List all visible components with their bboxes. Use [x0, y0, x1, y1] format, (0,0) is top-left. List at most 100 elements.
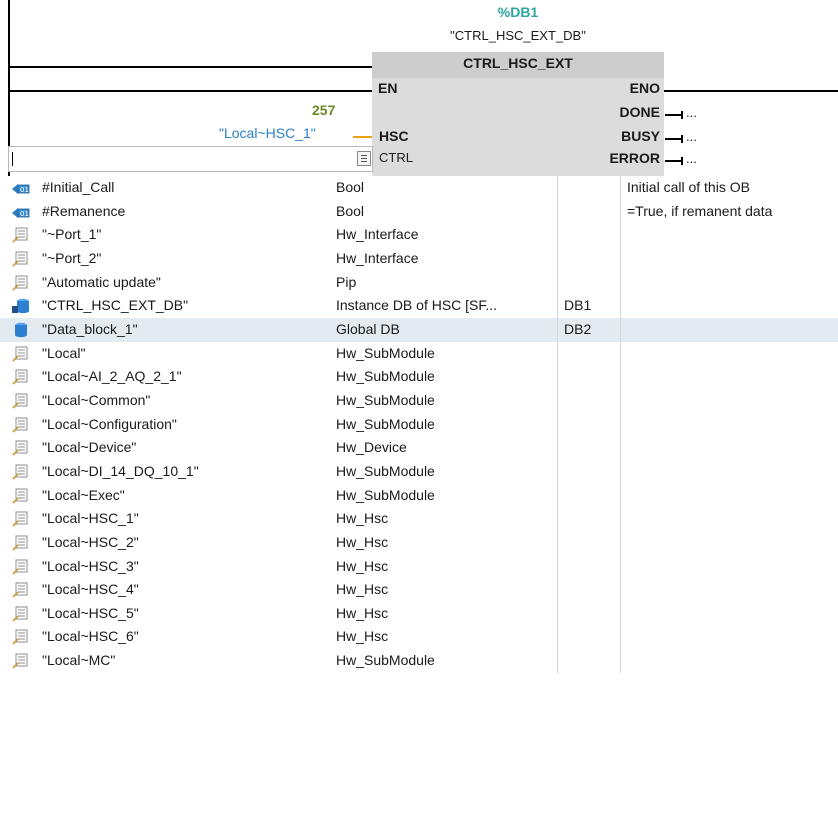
- tag-name: "Local~HSC_5": [42, 604, 139, 621]
- hsc-constant-value[interactable]: 257: [312, 102, 335, 118]
- tag-name: "Local~DI_14_DQ_10_1": [42, 462, 199, 479]
- tag-comment: [620, 649, 838, 673]
- hw-constant-icon: [0, 649, 38, 673]
- tag-comment: [620, 554, 838, 579]
- function-block-title[interactable]: CTRL_HSC_EXT: [372, 55, 664, 71]
- tag-list-row[interactable]: "Automatic update" Pip: [0, 270, 838, 295]
- tag-type: Hw_Hsc: [336, 510, 389, 527]
- tag-type: Hw_Interface: [336, 226, 419, 243]
- hw-constant-icon: [0, 555, 38, 579]
- pin-busy: BUSY: [621, 128, 660, 144]
- tag-db-number: [557, 649, 615, 673]
- pin-en: EN: [378, 80, 398, 96]
- done-output-tick: [681, 111, 683, 119]
- tag-list-row[interactable]: 01 #Initial_Call Bool Initial call of this …: [0, 176, 838, 200]
- tag-list-row[interactable]: 01 #Remanence Bool =True, if remanent data: [0, 199, 838, 224]
- tag-name: "Local~Exec": [42, 486, 125, 503]
- tag-type: Hw_SubModule: [336, 368, 435, 385]
- tag-db-number: [557, 270, 615, 295]
- tag-list-row[interactable]: "Local~Device" Hw_Device: [0, 436, 838, 460]
- tag-list-row[interactable]: "Local" Hw_SubModule: [0, 341, 838, 366]
- svg-text:01: 01: [20, 210, 29, 218]
- tag-type: Hw_SubModule: [336, 415, 435, 432]
- tag-db-number: [557, 530, 615, 555]
- tag-db-number: [557, 625, 615, 650]
- done-output-operand[interactable]: ...: [686, 105, 697, 120]
- tag-list-row[interactable]: "Local~AI_2_AQ_2_1" Hw_SubModule: [0, 365, 838, 389]
- tag-type: Hw_Hsc: [336, 628, 389, 645]
- tag-list-row[interactable]: "Local~HSC_3" Hw_Hsc: [0, 554, 838, 579]
- tag-name: "Local~Configuration": [42, 415, 177, 432]
- tag-db-number: [557, 578, 615, 602]
- hsc-operand-tag[interactable]: "Local~HSC_1": [219, 125, 316, 141]
- tag-list-row[interactable]: "~Port_1" Hw_Interface: [0, 223, 838, 247]
- tag-list-row[interactable]: "CTRL_HSC_EXT_DB" Instance DB of HSC [SF.…: [0, 294, 838, 318]
- rung-line-eno: [664, 90, 838, 92]
- hw-constant-icon: [0, 436, 38, 460]
- hw-constant-icon: [0, 223, 38, 247]
- busy-output-operand[interactable]: ...: [686, 129, 697, 144]
- tag-db-number: [557, 412, 615, 437]
- local-tag-icon: 01: [0, 176, 38, 200]
- tag-list-button[interactable]: [357, 151, 371, 166]
- hw-constant-icon: [0, 342, 38, 366]
- tag-comment: [620, 530, 838, 555]
- tag-comment: [620, 507, 838, 531]
- tag-name: "Local~HSC_4": [42, 581, 139, 598]
- tag-db-number: DB1: [557, 294, 615, 318]
- hw-constant-icon: [0, 507, 38, 531]
- error-output-operand[interactable]: ...: [686, 151, 697, 166]
- tag-name: "~Port_2": [42, 249, 102, 266]
- tag-comment: [620, 578, 838, 602]
- tag-name: "Local~HSC_6": [42, 628, 139, 645]
- tag-list-row[interactable]: "Data_block_1" Global DB DB2: [0, 317, 838, 342]
- busy-output-stub: [665, 138, 681, 140]
- tag-list-row[interactable]: "Local~Configuration" Hw_SubModule: [0, 412, 838, 437]
- tag-autocomplete-list[interactable]: 01 #Initial_Call Bool Initial call of this …: [0, 176, 838, 673]
- tag-name: "Local~Common": [42, 391, 151, 408]
- hw-constant-icon: [0, 578, 38, 602]
- instance-db-number[interactable]: %DB1: [372, 4, 664, 20]
- ctrl-operand-input[interactable]: [8, 146, 373, 172]
- hw-constant-icon: [0, 460, 38, 484]
- tag-list-row[interactable]: "Local~Common" Hw_SubModule: [0, 388, 838, 413]
- tag-type: Hw_Device: [336, 439, 407, 456]
- tag-comment: [620, 388, 838, 413]
- tag-type: Global DB: [336, 320, 400, 337]
- tag-comment: [620, 601, 838, 626]
- tag-comment: [620, 317, 838, 342]
- tag-comment: [620, 341, 838, 366]
- tag-list-row[interactable]: "Local~HSC_1" Hw_Hsc: [0, 507, 838, 531]
- tag-name: "Automatic update": [42, 273, 161, 290]
- tag-list-row[interactable]: "Local~HSC_4" Hw_Hsc: [0, 578, 838, 602]
- tag-list-row[interactable]: "~Port_2" Hw_Interface: [0, 246, 838, 271]
- tag-list-row[interactable]: "Local~MC" Hw_SubModule: [0, 649, 838, 673]
- tag-comment: [620, 459, 838, 484]
- tag-comment: Initial call of this OB: [620, 176, 838, 200]
- tag-db-number: [557, 176, 615, 200]
- tag-comment: [620, 436, 838, 460]
- local-tag-icon: 01: [0, 200, 38, 224]
- tag-type: Hw_Hsc: [336, 557, 389, 574]
- tag-type: Pip: [336, 273, 357, 290]
- tag-list-row[interactable]: "Local~DI_14_DQ_10_1" Hw_SubModule: [0, 459, 838, 484]
- tag-comment: [620, 223, 838, 247]
- error-output-tick: [681, 157, 683, 165]
- hw-constant-icon: [0, 602, 38, 626]
- tag-list-row[interactable]: "Local~HSC_5" Hw_Hsc: [0, 601, 838, 626]
- tag-comment: [620, 483, 838, 508]
- tag-db-number: [557, 554, 615, 579]
- pin-hsc: HSC: [379, 128, 409, 144]
- tag-db-number: [557, 483, 615, 508]
- busy-output-tick: [681, 135, 683, 143]
- tag-list-row[interactable]: "Local~Exec" Hw_SubModule: [0, 483, 838, 508]
- tag-list-row[interactable]: "Local~HSC_2" Hw_Hsc: [0, 530, 838, 555]
- pin-ctrl: CTRL: [379, 150, 413, 165]
- tag-type: Hw_Hsc: [336, 533, 389, 550]
- tag-name: "Data_block_1": [42, 320, 138, 337]
- tag-type: Bool: [336, 202, 365, 219]
- text-caret: [12, 152, 13, 166]
- instance-db-name[interactable]: "CTRL_HSC_EXT_DB": [372, 28, 664, 43]
- tag-comment: [620, 625, 838, 650]
- tag-list-row[interactable]: "Local~HSC_6" Hw_Hsc: [0, 625, 838, 650]
